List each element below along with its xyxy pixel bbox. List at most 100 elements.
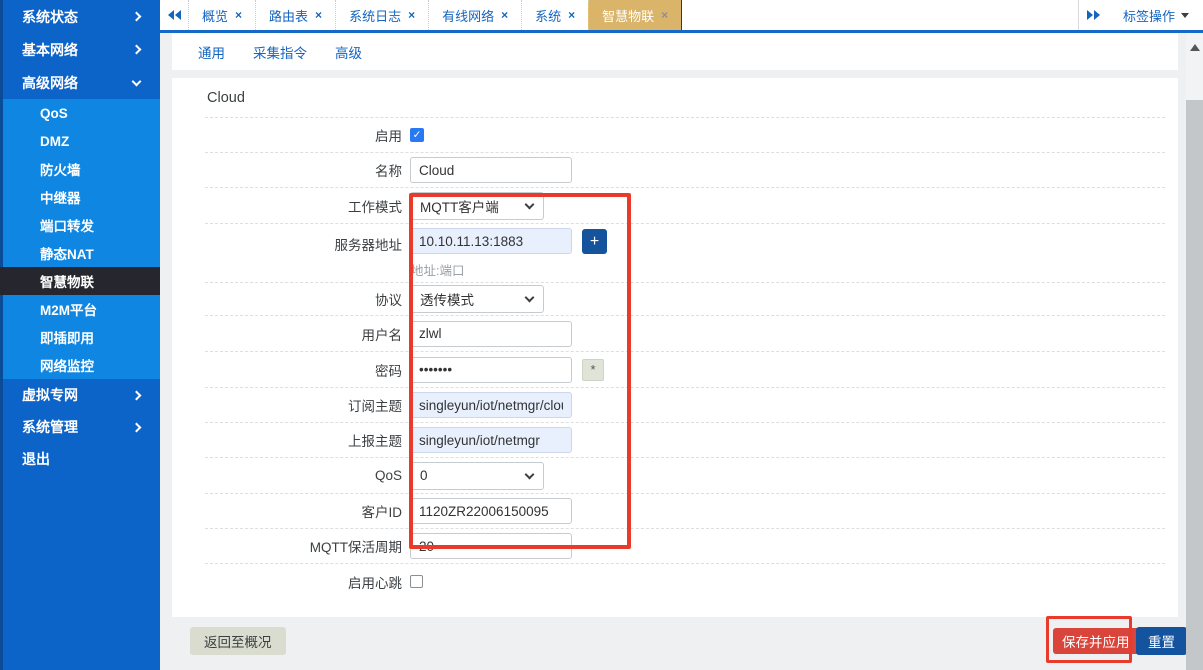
tab-label: 系统日志	[349, 6, 401, 25]
row-qos: QoS 0	[205, 457, 1165, 493]
close-icon[interactable]: ×	[661, 9, 668, 21]
close-icon[interactable]: ×	[408, 9, 415, 21]
sidebar-item-static-nat[interactable]: 静态NAT	[0, 239, 160, 267]
tab-wired-network[interactable]: 有线网络 ×	[428, 0, 521, 30]
row-heartbeat: 启用心跳	[205, 563, 1165, 599]
tabs-scroll-right-button[interactable]	[1079, 0, 1109, 30]
sidebar-lower-group: 虚拟专网 系统管理 退出	[0, 379, 160, 475]
double-right-arrow-icon	[1087, 10, 1093, 20]
sidebar: 系统状态 基本网络 高级网络 QoS DMZ 防火墙 中继器 端口转发 静态NA…	[0, 0, 160, 670]
work-mode-select[interactable]: MQTT客户端	[410, 192, 544, 220]
chevron-right-icon	[132, 12, 142, 22]
row-password: 密码 *	[205, 351, 1165, 387]
sidebar-item-qos[interactable]: QoS	[0, 99, 160, 127]
sidebar-item-system-status[interactable]: 系统状态	[0, 0, 160, 33]
tab-overview[interactable]: 概览 ×	[188, 0, 255, 30]
close-icon[interactable]: ×	[315, 9, 322, 21]
sidebar-item-label: 系统状态	[22, 7, 78, 27]
sidebar-item-advanced-network[interactable]: 高级网络	[0, 66, 160, 99]
field-label: 服务器地址	[205, 224, 410, 254]
sidebar-item-m2m-platform[interactable]: M2M平台	[0, 295, 160, 323]
tab-label: 概览	[202, 6, 228, 25]
tab-smart-iot[interactable]: 智慧物联 ×	[588, 0, 682, 30]
sidebar-item-logout[interactable]: 退出	[0, 443, 160, 475]
tab-system[interactable]: 系统 ×	[521, 0, 588, 30]
row-keepalive: MQTT保活周期	[205, 528, 1165, 563]
server-address-input[interactable]	[410, 228, 572, 254]
sidebar-item-vpn[interactable]: 虚拟专网	[0, 379, 160, 411]
save-apply-button[interactable]: 保存并应用	[1053, 628, 1139, 654]
field-label: MQTT保活周期	[205, 536, 410, 556]
password-reveal-button[interactable]: *	[582, 359, 604, 381]
section-title: Cloud	[172, 78, 1178, 117]
sidebar-item-label: 高级网络	[22, 73, 78, 93]
row-report-topic: 上报主题	[205, 422, 1165, 457]
field-label: 订阅主题	[205, 395, 410, 415]
close-icon[interactable]: ×	[501, 9, 508, 21]
sidebar-item-repeater[interactable]: 中继器	[0, 183, 160, 211]
sidebar-item-dmz[interactable]: DMZ	[0, 127, 160, 155]
work-mode-value: MQTT客户端	[420, 196, 499, 216]
sidebar-item-label: 退出	[22, 449, 50, 469]
protocol-select[interactable]: 透传模式	[410, 285, 544, 313]
sidebar-item-system-mgmt[interactable]: 系统管理	[0, 411, 160, 443]
field-label: 名称	[205, 160, 410, 180]
username-input[interactable]	[410, 321, 572, 347]
close-icon[interactable]: ×	[568, 9, 575, 21]
field-label: 启用心跳	[205, 572, 410, 592]
field-label: 启用	[205, 125, 410, 145]
qos-value: 0	[420, 468, 428, 483]
double-right-arrow-icon	[1094, 10, 1100, 20]
subtab-strip: 通用 采集指令 高级	[172, 33, 1178, 70]
subtab-advanced[interactable]: 高级	[335, 42, 362, 62]
chevron-down-icon	[132, 76, 142, 86]
protocol-value: 透传模式	[420, 289, 474, 309]
tabs-scroll-left-button[interactable]	[160, 0, 188, 30]
subtab-collect-commands[interactable]: 采集指令	[253, 42, 307, 62]
password-input[interactable]	[410, 357, 572, 383]
caret-down-icon	[1181, 13, 1189, 18]
add-server-button[interactable]: +	[582, 229, 607, 254]
report-topic-input[interactable]	[410, 427, 572, 453]
field-label: 上报主题	[205, 430, 410, 450]
chevron-right-icon	[132, 45, 142, 55]
row-server-address: 服务器地址 + 地址:端口	[205, 223, 1165, 282]
address-port-hint: 地址:端口	[410, 260, 607, 279]
sidebar-item-plug-and-play[interactable]: 即插即用	[0, 323, 160, 351]
vertical-scrollbar[interactable]	[1186, 33, 1203, 670]
sidebar-item-port-forward[interactable]: 端口转发	[0, 211, 160, 239]
sidebar-item-firewall[interactable]: 防火墙	[0, 155, 160, 183]
row-username: 用户名	[205, 315, 1165, 351]
subtab-general[interactable]: 通用	[198, 42, 225, 62]
name-input[interactable]	[410, 157, 572, 183]
qos-select[interactable]: 0	[410, 462, 544, 490]
chevron-right-icon	[132, 422, 142, 432]
chevron-down-icon	[525, 199, 535, 209]
reset-button[interactable]: 重置	[1136, 627, 1187, 655]
router-admin-app: 系统状态 基本网络 高级网络 QoS DMZ 防火墙 中继器 端口转发 静态NA…	[0, 0, 1203, 670]
tab-route-table[interactable]: 路由表 ×	[255, 0, 335, 30]
tab-label: 智慧物联	[602, 6, 654, 25]
tab-operations-menu[interactable]: 标签操作	[1109, 0, 1203, 30]
enable-checkbox[interactable]: ✓	[410, 128, 424, 142]
sidebar-item-label: 虚拟专网	[22, 385, 78, 405]
sidebar-item-smart-iot[interactable]: 智慧物联	[0, 267, 160, 295]
tab-system-log[interactable]: 系统日志 ×	[335, 0, 428, 30]
tab-bar: 概览 × 路由表 × 系统日志 × 有线网络 × 系统 × 智慧物联 ×	[160, 0, 1203, 33]
field-label: 工作模式	[205, 196, 410, 216]
row-name: 名称	[205, 152, 1165, 187]
keepalive-input[interactable]	[410, 533, 572, 559]
scrollbar-thumb[interactable]	[1186, 100, 1203, 670]
subscribe-topic-input[interactable]	[410, 392, 572, 418]
field-label: 协议	[205, 289, 410, 309]
sidebar-item-network-monitor[interactable]: 网络监控	[0, 351, 160, 379]
chevron-down-icon	[525, 469, 535, 479]
scroll-up-arrow-icon[interactable]	[1190, 44, 1200, 51]
client-id-input[interactable]	[410, 498, 572, 524]
chevron-right-icon	[132, 390, 142, 400]
field-label: QoS	[205, 468, 410, 483]
heartbeat-checkbox[interactable]	[410, 575, 423, 588]
sidebar-item-basic-network[interactable]: 基本网络	[0, 33, 160, 66]
back-to-overview-button[interactable]: 返回至概况	[190, 627, 286, 655]
close-icon[interactable]: ×	[235, 9, 242, 21]
